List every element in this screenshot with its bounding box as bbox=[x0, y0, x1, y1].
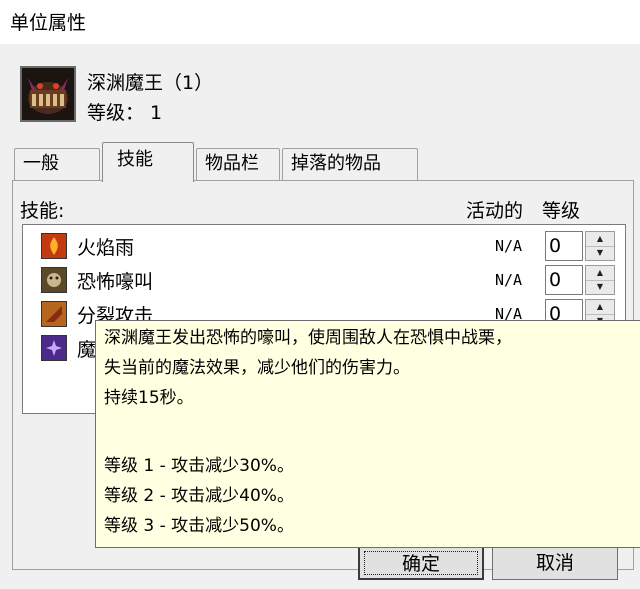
spinner-down-icon[interactable]: ▼ bbox=[586, 246, 614, 260]
skill-row[interactable]: 火焰雨 N/A 0 ▲ ▼ bbox=[37, 229, 617, 263]
level-spinner[interactable]: ▲ ▼ bbox=[585, 231, 615, 261]
ok-button[interactable]: 确定 bbox=[358, 546, 484, 580]
level-input[interactable]: 0 bbox=[545, 231, 583, 261]
window-title: 单位属性 bbox=[10, 12, 87, 34]
spinner-up-icon[interactable]: ▲ bbox=[586, 232, 614, 247]
tooltip-line: 等级 2 - 攻击减少40%。 bbox=[104, 486, 294, 506]
focus-rect bbox=[364, 551, 478, 575]
tab-general[interactable]: 一般 bbox=[14, 148, 100, 180]
column-active: 活动的 bbox=[466, 200, 524, 222]
skill-active: N/A bbox=[495, 271, 523, 289]
tab-skills[interactable]: 技能 bbox=[102, 142, 194, 182]
level-input[interactable]: 0 bbox=[545, 265, 583, 295]
skill-tooltip: 深渊魔王发出恐怖的嚎叫，使周围敌人在恐惧中战栗， 失当前的魔法效果，减少他们的伤… bbox=[95, 320, 640, 548]
unit-name: 深渊魔王（1） bbox=[87, 72, 214, 94]
tooltip-line: 持续15秒。 bbox=[104, 388, 194, 408]
unit-level: 等级： 1 bbox=[87, 102, 163, 124]
spinner-up-icon[interactable]: ▲ bbox=[586, 266, 614, 281]
spinner-up-icon[interactable]: ▲ bbox=[586, 300, 614, 315]
cancel-button-label: 取消 bbox=[535, 552, 574, 574]
fire-rain-icon bbox=[41, 233, 67, 259]
magic-icon bbox=[41, 335, 67, 361]
skill-name: 火焰雨 bbox=[77, 237, 135, 259]
tab-inventory[interactable]: 物品栏 bbox=[196, 148, 280, 180]
skill-name: 恐怖嚎叫 bbox=[77, 271, 154, 293]
unit-portrait-icon bbox=[20, 66, 76, 122]
tab-dropped-items[interactable]: 掉落的物品 bbox=[282, 148, 418, 180]
tooltip-line: 深渊魔王发出恐怖的嚎叫，使周围敌人在恐惧中战栗， bbox=[104, 328, 512, 348]
skill-row[interactable]: 恐怖嚎叫 N/A 0 ▲ ▼ bbox=[37, 263, 617, 297]
column-level: 等级 bbox=[542, 200, 581, 222]
spinner-down-icon[interactable]: ▼ bbox=[586, 280, 614, 294]
howl-icon bbox=[41, 267, 67, 293]
tooltip-line: 失当前的魔法效果，减少他们的伤害力。 bbox=[104, 358, 410, 378]
skills-header: 技能: bbox=[20, 200, 65, 222]
cleave-icon bbox=[41, 301, 67, 327]
tooltip-line: 等级 3 - 攻击减少50%。 bbox=[104, 516, 294, 536]
title-bar: 单位属性 bbox=[0, 0, 640, 44]
skill-active: N/A bbox=[495, 237, 523, 255]
skill-name: 魔 bbox=[77, 339, 97, 361]
level-spinner[interactable]: ▲ ▼ bbox=[585, 265, 615, 295]
cancel-button[interactable]: 取消 bbox=[492, 546, 618, 580]
tooltip-line: 等级 1 - 攻击减少30%。 bbox=[104, 456, 294, 476]
